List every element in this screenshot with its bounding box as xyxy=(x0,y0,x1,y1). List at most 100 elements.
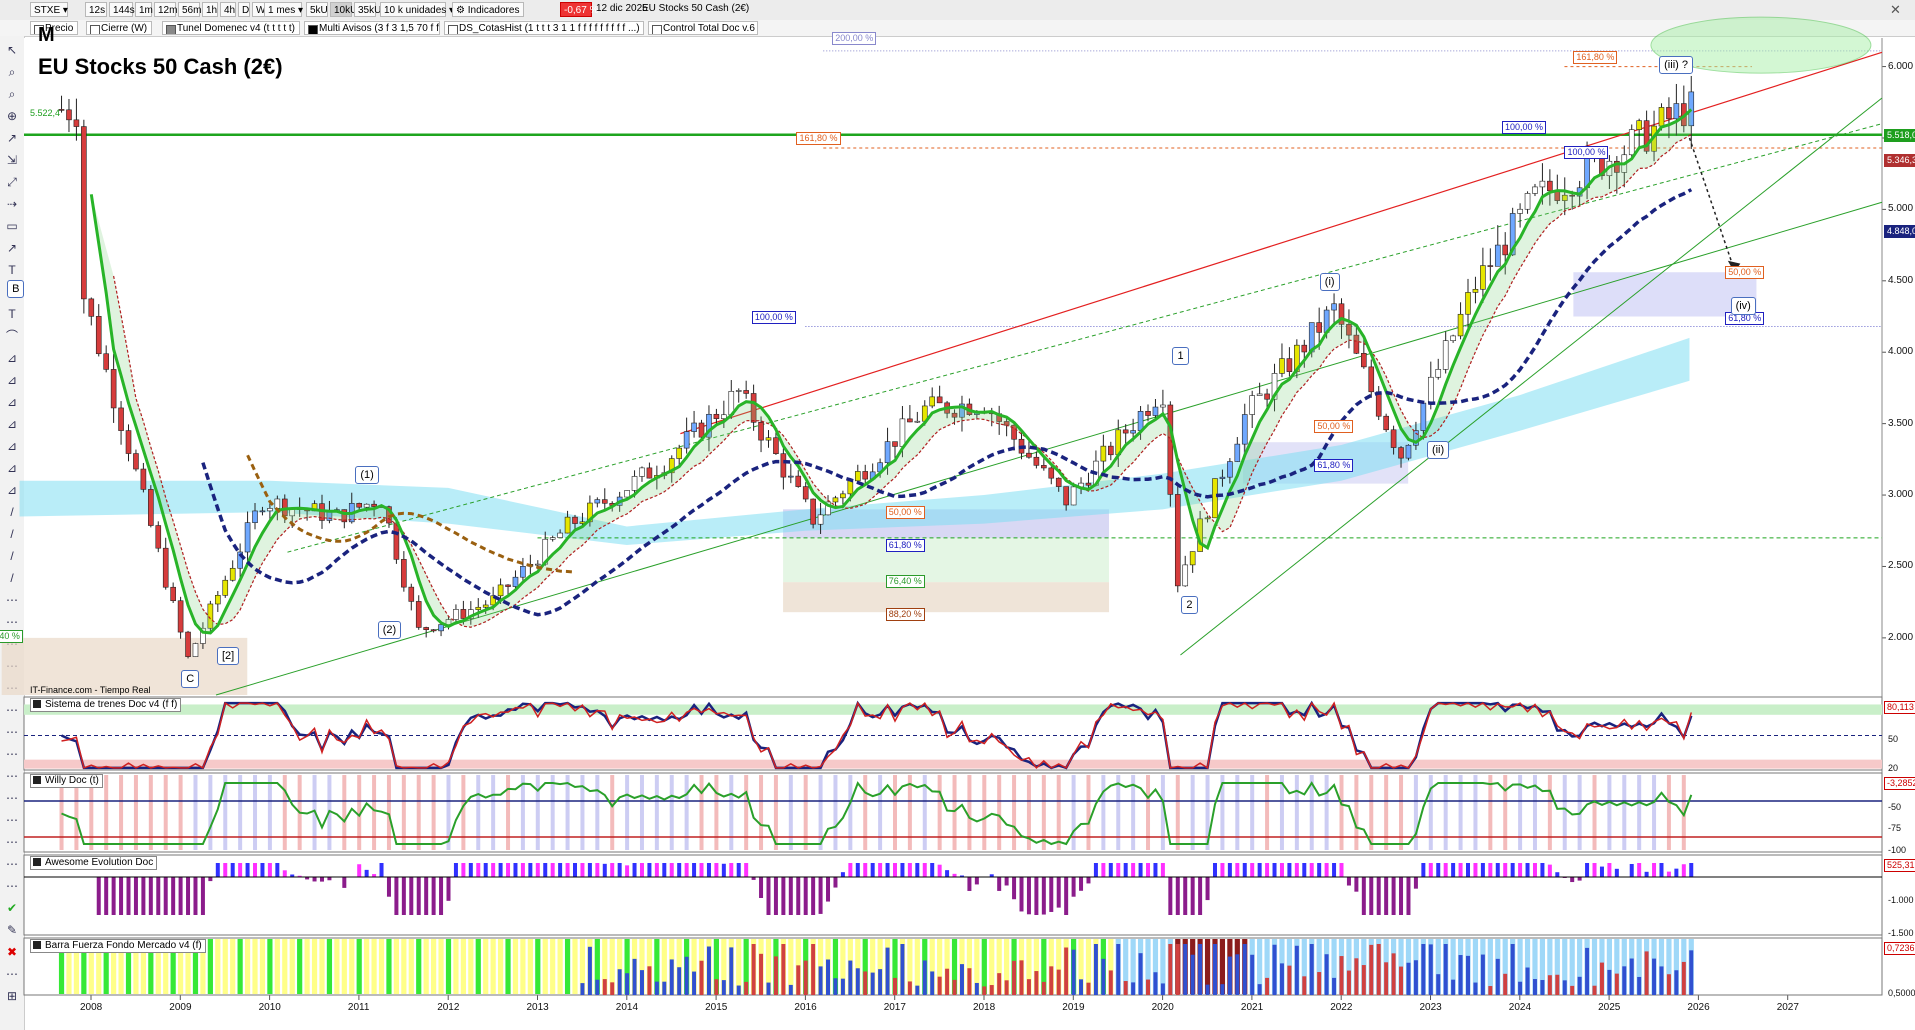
awesome-bar xyxy=(878,863,883,877)
awesome-bar xyxy=(1361,877,1366,915)
awesome-bar xyxy=(1235,863,1240,877)
candle-body xyxy=(438,624,444,632)
candle-body xyxy=(371,503,377,507)
pane-menu-icon[interactable] xyxy=(33,941,41,949)
awesome-bar xyxy=(1443,863,1448,877)
awesome-bar xyxy=(186,877,191,915)
strength-bg xyxy=(289,939,295,994)
pane-title[interactable]: Sistema de trenes Doc v4 (f f) xyxy=(30,698,182,712)
pane-tick-label: -1.000 xyxy=(1888,895,1914,905)
willy-bar xyxy=(1413,775,1418,850)
awesome-bar xyxy=(461,863,466,877)
strength-bar xyxy=(915,985,920,995)
strength-bar xyxy=(602,979,607,995)
strength-bg xyxy=(393,939,400,994)
willy-bar xyxy=(669,775,674,850)
candle-body xyxy=(1405,444,1412,459)
awesome-bar xyxy=(1637,863,1642,877)
time-tick-label: 2016 xyxy=(794,1002,817,1013)
candle-body xyxy=(713,413,720,419)
awesome-bar xyxy=(1652,863,1657,877)
awesome-bar xyxy=(439,877,444,915)
willy-bar xyxy=(520,775,525,850)
candle-body xyxy=(773,437,779,455)
strength-bar xyxy=(1622,966,1627,995)
awesome-bar xyxy=(699,863,704,877)
wave-label: (iii) ? xyxy=(1659,55,1693,74)
awesome-bar xyxy=(1108,863,1113,877)
pane-title[interactable]: Willy Doc (t) xyxy=(30,774,103,788)
price-tick-label: 4.500 xyxy=(1888,274,1914,286)
awesome-bar xyxy=(267,863,272,877)
strength-bar xyxy=(967,968,972,995)
awesome-bar xyxy=(1428,863,1433,877)
strength-bg xyxy=(512,939,519,994)
awesome-bar xyxy=(945,870,950,877)
candle-body xyxy=(1301,344,1308,353)
strength-bg xyxy=(237,939,243,994)
awesome-bar xyxy=(163,877,168,915)
pane-title[interactable]: Barra Fuerza Fondo Mercado v4 (f) xyxy=(30,939,206,953)
candle-body xyxy=(1174,494,1181,587)
strength-bar xyxy=(1674,970,1679,995)
pane-title[interactable]: Awesome Evolution Doc xyxy=(30,856,158,870)
time-tick-label: 2013 xyxy=(526,1002,549,1013)
willy-bar xyxy=(208,775,213,850)
price-tick-label: 2.500 xyxy=(1888,560,1914,572)
strength-bar xyxy=(1577,976,1582,995)
awesome-bar xyxy=(1503,863,1508,877)
candle-body xyxy=(1167,404,1174,495)
awesome-bar xyxy=(178,877,183,915)
strength-bar xyxy=(1086,982,1091,995)
awesome-bar xyxy=(610,863,615,877)
willy-bar xyxy=(1041,775,1046,850)
willy-bar xyxy=(1116,775,1121,850)
strength-bar xyxy=(1652,958,1657,995)
candle-body xyxy=(914,420,921,423)
awesome-bar xyxy=(759,877,764,898)
candle-body xyxy=(698,422,705,438)
pane-menu-icon[interactable] xyxy=(33,700,41,708)
strength-bar xyxy=(907,981,912,995)
awesome-bar xyxy=(379,863,384,877)
candle-body xyxy=(170,586,176,602)
awesome-bar xyxy=(171,877,176,915)
awesome-bar xyxy=(1466,863,1471,877)
last-price-tag: 5.346,3 xyxy=(1884,153,1915,167)
oversold-band xyxy=(24,759,1882,769)
strength-bar xyxy=(1562,980,1567,995)
strength-bar xyxy=(1287,965,1292,995)
willy-bar xyxy=(386,775,391,850)
candle-body xyxy=(1286,358,1293,372)
awesome-bar xyxy=(669,863,674,877)
willy-bar xyxy=(863,775,868,850)
wave-label: (ii) xyxy=(1426,441,1450,460)
willy-bar xyxy=(952,775,957,850)
awesome-bar xyxy=(1592,863,1597,877)
pane-tick-label: 0,5000 xyxy=(1888,988,1915,998)
strength-bar xyxy=(1294,945,1299,995)
willy-bar xyxy=(997,775,1002,850)
chart-canvas[interactable] xyxy=(0,0,1915,1030)
candle-body xyxy=(1279,358,1285,374)
awesome-bar xyxy=(1659,863,1664,877)
awesome-bar xyxy=(156,877,161,915)
strength-bar xyxy=(855,968,860,995)
awesome-bar xyxy=(885,863,890,877)
awesome-bar xyxy=(1547,864,1552,877)
pane-menu-icon[interactable] xyxy=(33,776,41,784)
awesome-bar xyxy=(126,877,131,915)
candle-body xyxy=(557,532,563,538)
strength-bar xyxy=(1659,966,1664,995)
willy-bar xyxy=(1250,775,1255,850)
candle-body xyxy=(936,396,943,404)
pane-menu-icon[interactable] xyxy=(33,858,41,866)
awesome-bar xyxy=(1093,863,1098,877)
willy-bar xyxy=(848,775,853,850)
willy-bar xyxy=(788,775,793,850)
price-tick-label: 6.000 xyxy=(1888,60,1914,72)
willy-bar xyxy=(1101,775,1106,850)
awesome-bar xyxy=(1227,863,1232,877)
candle-body xyxy=(1241,414,1248,445)
pane-value-tag: -3,2852 xyxy=(1884,777,1915,790)
